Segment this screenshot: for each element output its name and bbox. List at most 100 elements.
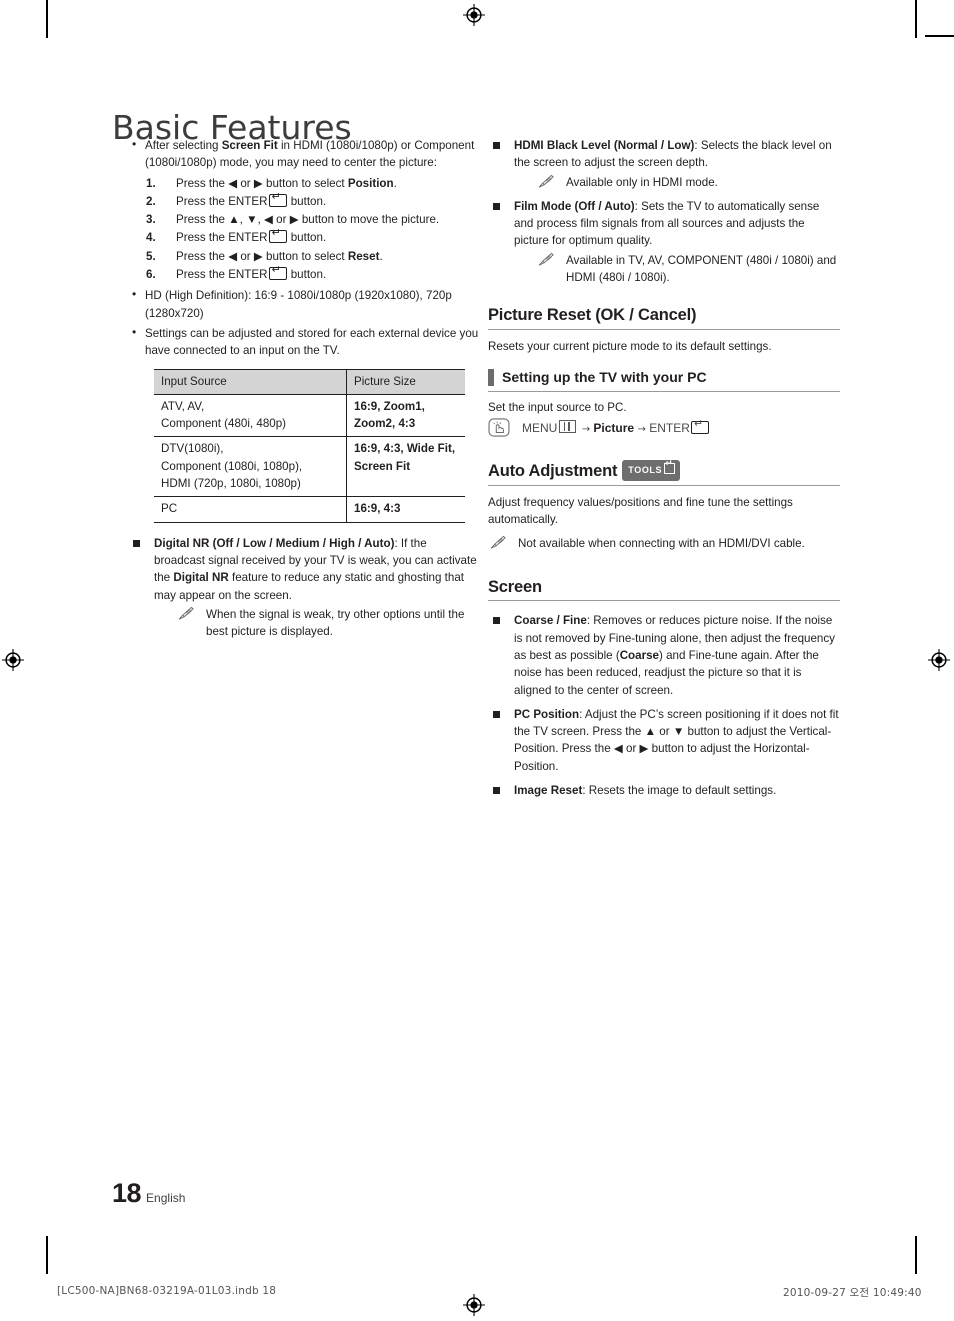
enter-icon [690, 418, 709, 434]
film-mode-bold: Film Mode (Off / Auto) [514, 199, 635, 213]
step-1-number: 1. [146, 176, 156, 190]
tools-enter-icon [664, 460, 676, 474]
table-row: ATV, AV, Component (480i, 480p) 16:9, Zo… [154, 393, 465, 438]
step-5-post: . [379, 249, 383, 263]
step-2-number: 2. [146, 194, 156, 208]
hand-press-icon [488, 417, 510, 437]
step-3: 3. Press the ▲, ▼, ◀ or ▶ button to move … [128, 211, 480, 228]
cell-picture-size: 16:9, 4:3 [346, 496, 465, 523]
picture-reset-body: Resets your current picture mode to its … [488, 339, 772, 353]
page-canvas: Basic Features After selecting Screen Fi… [0, 0, 954, 1321]
pc-position-bold: PC Position [514, 707, 580, 721]
tools-badge: TOOLS [622, 459, 681, 482]
bullet-image-reset: Image Reset: Resets the image to default… [488, 782, 840, 799]
page-number: 18 [112, 1178, 142, 1208]
footer-file-name: [LC500-NA]BN68-03219A-01L03.indb 18 [57, 1285, 277, 1297]
step-4-post: button. [287, 231, 327, 245]
table-header-picture-size: Picture Size [346, 368, 465, 395]
note-hdmi-black-level-text: Available only in HDMI mode. [566, 175, 718, 189]
screen-items-list: Coarse / Fine: Removes or reduces pictur… [488, 612, 840, 799]
enter-icon [268, 227, 287, 244]
menu-label: MENU [522, 420, 558, 435]
step-5: 5. Press the ◀ or ▶ button to select Rese… [128, 248, 480, 265]
step-6: 6. Press the ENTER button. [128, 264, 480, 283]
page-number-block: 18 English [112, 1178, 185, 1209]
step-2-post: button. [287, 194, 327, 208]
page-language: English [146, 1191, 186, 1205]
step-5-text: Press the ◀ or ▶ button to select [176, 249, 348, 263]
pencil-icon [538, 174, 554, 188]
step-1-post: . [393, 176, 397, 190]
arrow-2: → [637, 423, 646, 435]
cell-input-source: ATV, AV, Component (480i, 480p) [154, 393, 347, 438]
bullet-pc-position: PC Position: Adjust the PC’s screen posi… [488, 706, 840, 775]
note-film-mode: Available in TV, AV, COMPONENT (480i / 1… [514, 252, 840, 287]
table-header-row: Input Source Picture Size [154, 368, 465, 395]
step-2-text: Press the ENTER [176, 194, 268, 208]
coarse-fine-bold-1: Coarse / Fine [514, 614, 587, 628]
step-5-bold: Reset [347, 249, 380, 263]
enter-icon [268, 191, 287, 207]
step-1: 1. Press the ◀ or ▶ button to select Posi… [128, 175, 480, 192]
step-1-bold: Position [347, 176, 394, 190]
step-4-text: Press the ENTER [176, 231, 268, 245]
picture-size-table: Input Source Picture Size ATV, AV, Compo… [154, 368, 465, 523]
step-2: 2. Press the ENTER button. [128, 191, 480, 210]
footer-timestamp: 2010-09-27 오전 10:49:40 [783, 1287, 922, 1299]
table-header-input-source: Input Source [154, 368, 347, 395]
cell-picture-size: 16:9, Zoom1, Zoom2, 4:3 [346, 393, 465, 438]
right-column: HDMI Black Level (Normal / Low): Selects… [488, 137, 840, 806]
screen-fit-bold: Screen Fit [221, 139, 278, 152]
table-row: DTV(1080i), Component (1080i, 1080p), HD… [154, 436, 465, 498]
digital-nr-bold-2: Digital NR [173, 571, 229, 585]
step-6-number: 6. [146, 268, 156, 282]
subsection-heading-setting-up-pc: Setting up the TV with your PC [488, 368, 840, 393]
numbered-steps-list: 1. Press the ◀ or ▶ button to select Posi… [128, 175, 480, 284]
step-3-text: Press the ▲, ▼, ◀ or ▶ button to move th… [176, 213, 440, 227]
section-heading-screen: Screen [488, 578, 840, 602]
section-heading-picture-reset: Picture Reset (OK / Cancel) [488, 307, 840, 330]
cell-input-source: PC [154, 496, 347, 523]
section-heading-auto-adjustment: Auto Adjustment TOOLS [488, 459, 840, 487]
cell-input-source: DTV(1080i), Component (1080i, 1080p), HD… [154, 436, 347, 498]
table-row: PC 16:9, 4:3 [154, 496, 465, 523]
tools-badge-label: TOOLS [628, 464, 663, 475]
pencil-icon [538, 252, 554, 266]
step-4: 4. Press the ENTER button. [128, 227, 480, 246]
enter-label: ENTER [649, 420, 690, 435]
step-6-post: button. [287, 268, 327, 282]
note-auto-adjustment-text: Not available when connecting with an HD… [518, 536, 805, 550]
image-reset-bold: Image Reset [514, 784, 583, 798]
step-6-text: Press the ENTER [176, 268, 268, 282]
note-digital-nr: When the signal is weak, try other optio… [154, 606, 480, 641]
bullet-digital-nr: Digital NR (Off / Low / Medium / High / … [128, 535, 480, 641]
menu-path: MENU → Picture → ENTER [488, 417, 840, 438]
auto-adjustment-body: Adjust frequency values/positions and fi… [488, 496, 793, 527]
bullet-film-mode: Film Mode (Off / Auto): Sets the TV to a… [488, 198, 840, 286]
step-3-number: 3. [146, 213, 156, 227]
bullet-hdmi-black-level: HDMI Black Level (Normal / Low): Selects… [488, 137, 840, 191]
note-film-mode-text: Available in TV, AV, COMPONENT (480i / 1… [566, 253, 837, 285]
image-reset-text: : Resets the image to default settings. [582, 784, 777, 798]
bullet-hd-definition: HD (High Definition): 16:9 - 1080i/1080p… [128, 286, 480, 322]
step-1-text: Press the ◀ or ▶ button to select [176, 176, 348, 190]
setting-up-pc-body: Set the input source to PC. [488, 401, 627, 415]
left-column: After selecting Screen Fit in HDMI (1080… [128, 136, 480, 647]
note-digital-nr-text: When the signal is weak, try other optio… [206, 607, 465, 639]
note-auto-adjustment: Not available when connecting with an HD… [488, 535, 840, 552]
menu-grid-icon [559, 419, 577, 433]
step-5-number: 5. [146, 249, 156, 263]
note-hdmi-black-level: Available only in HDMI mode. [514, 174, 840, 191]
cell-picture-size: 16:9, 4:3, Wide Fit, Screen Fit [346, 436, 465, 498]
step-4-number: 4. [146, 231, 156, 245]
screen-fit-text-1: After selecting [145, 139, 222, 152]
digital-nr-bold-1: Digital NR (Off / Low / Medium / High / … [154, 536, 395, 550]
auto-adjustment-heading-text: Auto Adjustment [488, 461, 618, 480]
bullet-settings-stored: Settings can be adjusted and stored for … [128, 324, 480, 360]
pencil-icon [490, 535, 506, 549]
hdmi-black-level-bold: HDMI Black Level (Normal / Low) [514, 139, 695, 152]
